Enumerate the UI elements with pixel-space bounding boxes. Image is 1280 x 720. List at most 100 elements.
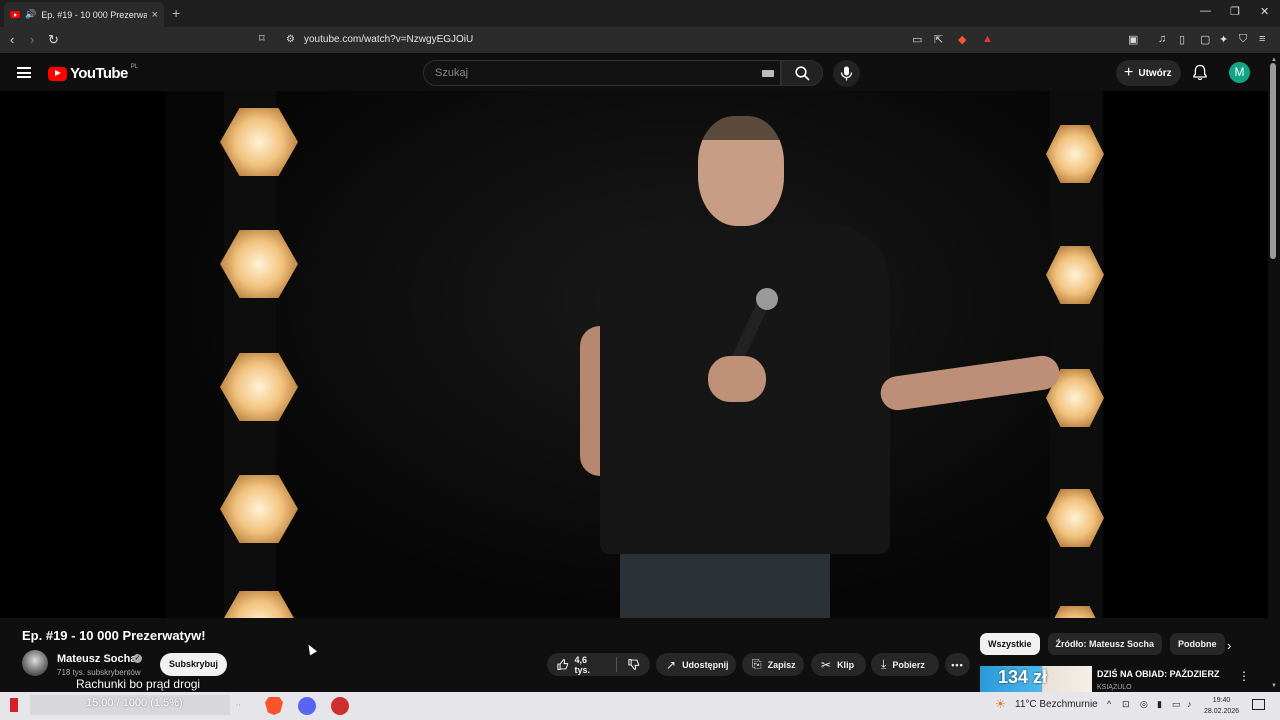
address-toolbar: ‹ › ↻ ⌑ ⚙ youtube.com/watch?v=NzwgyEGJOi… (0, 27, 1280, 53)
microphone-tray-icon[interactable]: ▮ (1157, 699, 1162, 710)
overflow-icon[interactable]: ∙∙ (236, 700, 240, 709)
weather-text[interactable]: 11°C Bezchmurnie (1015, 699, 1098, 710)
media-icon[interactable]: ♫ (1158, 33, 1166, 45)
chevron-right-icon[interactable]: › (1227, 638, 1231, 653)
youtube-header: YouTube PL + Utwórz M (0, 53, 1280, 91)
share-label: Udostępnij (682, 659, 729, 670)
ad-thumbnail[interactable]: 134 zł (980, 666, 1092, 692)
minimize-button[interactable]: — (1200, 5, 1211, 17)
save-icon: ⎘ (752, 657, 762, 671)
share-page-icon[interactable]: ⇱ (934, 33, 943, 46)
comedian-figure (580, 116, 1062, 618)
subscriber-count: 718 tys. subskrybentów (57, 668, 141, 677)
reload-icon[interactable]: ↻ (48, 32, 59, 48)
system-clock[interactable]: 19:40 28.02.2026 (1204, 695, 1239, 717)
save-button[interactable]: ⎘ Zapisz (742, 653, 804, 676)
page-scrollbar[interactable] (1270, 63, 1276, 259)
site-info-icon[interactable]: ⚙ (286, 34, 295, 45)
ad-title[interactable]: DZIŚ NA OBIAD: PAŹDZIERZ (1097, 669, 1220, 679)
channel-avatar[interactable] (22, 650, 48, 676)
url-field[interactable]: youtube.com/watch?v=NzwgyEGJOiU (304, 34, 473, 45)
rewards-icon[interactable]: ▲ (982, 33, 993, 45)
network-icon[interactable]: ▭ (1172, 699, 1181, 710)
overlay-caption: Rachunki bo prąd drogi (76, 677, 201, 691)
voice-search-button[interactable] (833, 60, 860, 87)
bookmark-icon[interactable]: ⌑ (259, 32, 265, 45)
notification-icon[interactable] (1252, 699, 1265, 710)
ad-source: KSIĄŻULO (1097, 684, 1132, 691)
keyboard-icon[interactable] (762, 70, 774, 77)
clip-button[interactable]: ✂ Klip (811, 653, 866, 676)
create-button[interactable]: + Utwórz (1116, 60, 1181, 86)
subscribe-button[interactable]: Subskrybuj (160, 653, 227, 676)
progress-readout: 15.00 / 1000 (1.5%) (86, 697, 183, 709)
search-input[interactable] (424, 61, 744, 85)
related-chips: Wszystkie Źródło: Mateusz Socha Podobne (980, 633, 1225, 655)
figure-jeans (620, 554, 830, 618)
audio-playing-icon[interactable]: 🔊 (25, 9, 36, 20)
sidebar-icon[interactable]: ▯ (1179, 33, 1185, 46)
chevron-up-icon[interactable]: ^ (1107, 699, 1111, 709)
discord-icon[interactable] (298, 697, 316, 715)
chip-related[interactable]: Podobne (1170, 633, 1225, 655)
figure-hand (708, 356, 766, 402)
volume-icon[interactable]: ♪ (1187, 699, 1192, 709)
user-avatar[interactable]: M (1229, 62, 1250, 83)
like-count[interactable]: 4,6 tys. (575, 655, 602, 675)
new-tab-button[interactable]: + (172, 5, 180, 21)
share-icon: ↗ (666, 657, 677, 672)
chip-all[interactable]: Wszystkie (980, 633, 1040, 655)
brave-browser-icon[interactable] (265, 697, 283, 715)
wallet-icon[interactable]: ▣ (1128, 33, 1138, 46)
brave-shield-icon[interactable]: ◆ (958, 33, 966, 46)
clock-date: 28.02.2026 (1204, 708, 1240, 715)
country-code: PL (130, 63, 139, 70)
download-icon: ⤓ (881, 657, 887, 671)
bell-icon[interactable] (1192, 64, 1208, 81)
dislike-icon[interactable] (628, 658, 640, 671)
start-icon[interactable] (10, 698, 18, 712)
cast-icon[interactable]: ▭ (912, 33, 922, 46)
video-player[interactable] (0, 91, 1268, 618)
tab-title: Ep. #19 - 10 000 Prezerwaty (41, 9, 147, 20)
clip-icon: ✂ (821, 657, 832, 672)
vpn-icon[interactable]: ⛉ (1239, 33, 1247, 46)
tray-app-icon[interactable]: ⊡ (1122, 699, 1130, 710)
plus-icon: + (1124, 64, 1134, 81)
weather-icon[interactable]: ☀ (995, 697, 1006, 711)
back-icon[interactable]: ‹ (10, 32, 14, 47)
video-title: Ep. #19 - 10 000 Prezerwatyw! (22, 628, 206, 643)
save-label: Zapisz (767, 659, 796, 670)
youtube-logo[interactable]: YouTube PL (48, 63, 139, 82)
leo-ai-icon[interactable]: ✦ (1219, 33, 1228, 46)
tray-app-icon[interactable]: ◎ (1140, 699, 1148, 710)
tab-close-icon[interactable]: × (152, 9, 158, 21)
search-button[interactable] (781, 60, 823, 86)
forward-icon[interactable]: › (30, 32, 34, 47)
share-button[interactable]: ↗ Udostępnij (656, 653, 736, 676)
youtube-play-icon (48, 66, 67, 81)
extension-icon[interactable]: ▢ (1200, 33, 1210, 46)
youtube-favicon-icon (10, 11, 20, 18)
app-icon[interactable] (331, 697, 349, 715)
like-icon[interactable] (557, 658, 569, 671)
logo-text: YouTube (70, 65, 128, 82)
more-actions-button[interactable]: ••• (945, 653, 970, 676)
like-dislike-group: 4,6 tys. (547, 653, 650, 676)
restore-button[interactable]: ❐ (1230, 5, 1240, 18)
kebab-menu-icon[interactable]: ⋮ (1238, 669, 1250, 683)
chip-from-channel[interactable]: Źródło: Mateusz Socha (1047, 633, 1163, 655)
mouse-cursor-icon (305, 642, 317, 656)
scroll-down-icon[interactable]: ▼ (1271, 683, 1277, 689)
channel-name[interactable]: Mateusz Socha (57, 653, 136, 665)
search-box (423, 60, 781, 86)
download-label: Pobierz (892, 659, 925, 670)
menu-icon[interactable] (17, 67, 31, 78)
create-label: Utwórz (1138, 67, 1172, 79)
browser-tab-bar: 🔊 Ep. #19 - 10 000 Prezerwaty × + — ❐ ✕ (0, 0, 1280, 27)
download-button[interactable]: ⤓ Pobierz (871, 653, 939, 676)
clock-time: 19:40 (1212, 697, 1231, 704)
browser-menu-icon[interactable]: ≡ (1259, 33, 1265, 45)
window-close-button[interactable]: ✕ (1260, 5, 1269, 18)
browser-tab[interactable]: 🔊 Ep. #19 - 10 000 Prezerwaty × (4, 2, 164, 27)
